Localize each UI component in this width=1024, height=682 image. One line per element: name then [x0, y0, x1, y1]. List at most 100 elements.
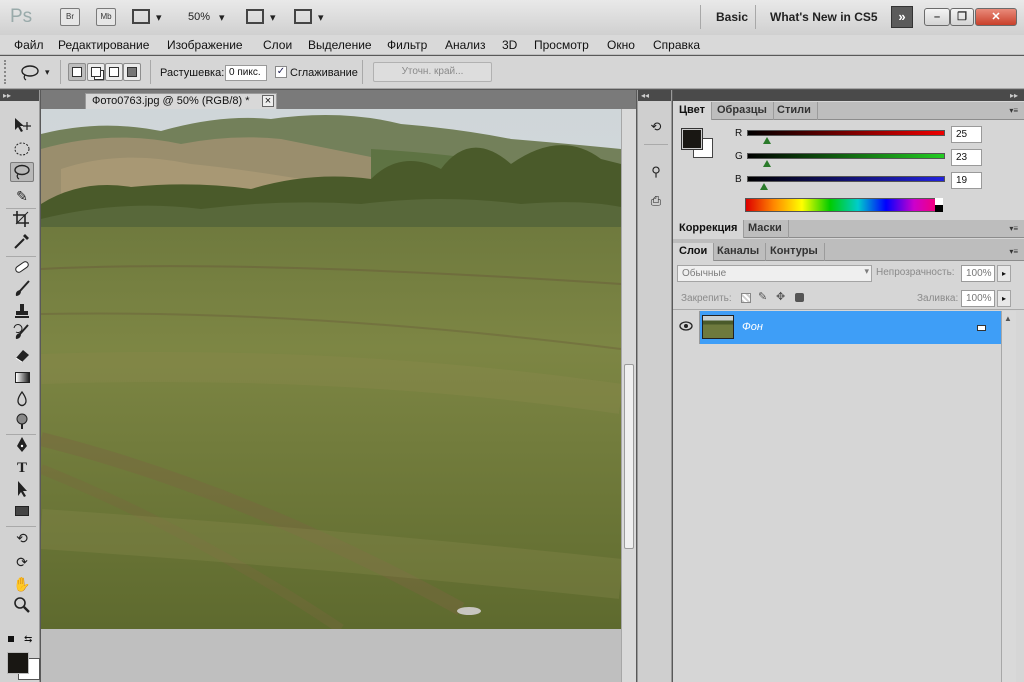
minimize-button[interactable]: – — [924, 8, 950, 26]
close-window-button[interactable]: ✕ — [975, 8, 1017, 26]
menu-image[interactable]: Изображение — [167, 38, 243, 52]
menu-view[interactable]: Просмотр — [534, 38, 589, 52]
workspace-whats-new[interactable]: What's New in CS5 — [770, 10, 878, 24]
add-to-selection-button[interactable] — [87, 63, 105, 81]
lock-position-icon[interactable]: ✥ — [776, 290, 785, 303]
arrange-dropdown-icon[interactable]: ▾ — [270, 11, 276, 24]
tab-masks[interactable]: Маски — [742, 220, 789, 238]
layer-name[interactable]: Фон — [742, 321, 763, 333]
scroll-up-icon[interactable]: ▲ — [1004, 314, 1012, 323]
tab-styles[interactable]: Стили — [771, 102, 818, 120]
more-workspaces-button[interactable]: » — [891, 6, 913, 28]
tab-layers[interactable]: Слои — [673, 243, 715, 261]
hand-tool-icon[interactable]: ✋ — [10, 574, 34, 594]
gradient-tool-icon[interactable] — [10, 368, 34, 388]
b-slider-knob[interactable] — [760, 183, 768, 190]
eyedropper-tool-icon[interactable] — [10, 232, 34, 252]
bridge-button[interactable]: Br — [60, 8, 80, 26]
collapse-icon[interactable]: ◂◂ — [641, 91, 649, 100]
toolbox-header[interactable]: ▸▸ — [0, 90, 39, 101]
g-slider[interactable] — [747, 153, 945, 159]
panels-header[interactable]: ▸▸ — [673, 90, 1024, 101]
crop-tool-icon[interactable] — [10, 210, 34, 230]
lock-pixels-icon[interactable]: ✎ — [758, 290, 767, 303]
scrollbar-thumb[interactable] — [624, 364, 634, 549]
expand-icon[interactable]: ▸▸ — [1010, 91, 1018, 100]
r-slider-knob[interactable] — [763, 137, 771, 144]
3d-rotate-tool-icon[interactable]: ⟲ — [10, 528, 34, 548]
menu-window[interactable]: Окно — [607, 38, 635, 52]
preset-dropdown-icon[interactable]: ▾ — [45, 67, 50, 78]
blur-tool-icon[interactable] — [10, 390, 34, 410]
marquee-tool-icon[interactable] — [10, 140, 34, 160]
tool-preset-picker[interactable] — [20, 63, 42, 81]
tab-swatches[interactable]: Образцы — [711, 102, 774, 120]
move-tool-icon[interactable] — [10, 116, 34, 136]
menu-analysis[interactable]: Анализ — [445, 38, 486, 52]
menu-3d[interactable]: 3D — [502, 38, 517, 52]
close-document-icon[interactable]: × — [262, 95, 274, 107]
zoom-dropdown-icon[interactable]: ▾ — [219, 11, 225, 24]
refine-edge-button[interactable]: Уточн. край... — [373, 62, 492, 82]
subtract-from-selection-button[interactable] — [105, 63, 123, 81]
intersect-selection-button[interactable] — [123, 63, 141, 81]
menu-edit[interactable]: Редактирование — [58, 38, 149, 52]
path-selection-tool-icon[interactable] — [10, 480, 34, 500]
vertical-scrollbar[interactable] — [621, 109, 636, 682]
image-canvas[interactable] — [41, 109, 621, 629]
dodge-tool-icon[interactable] — [10, 412, 34, 432]
panel-menu-icon[interactable]: ▾≡ — [1009, 224, 1018, 233]
collapse-icon[interactable]: ▸▸ — [3, 91, 11, 100]
history-brush-tool-icon[interactable] — [10, 324, 34, 344]
lasso-tool-icon[interactable] — [10, 162, 34, 182]
dock-header[interactable]: ◂◂ — [638, 90, 671, 101]
fill-arrow-icon[interactable]: ▸ — [997, 290, 1011, 307]
opacity-input[interactable]: 100% — [961, 265, 995, 282]
menu-filter[interactable]: Фильтр — [387, 38, 427, 52]
brush-tool-icon[interactable] — [10, 280, 34, 300]
foreground-color-swatch[interactable] — [7, 652, 29, 674]
swap-colors-icon[interactable]: ⇆ — [24, 634, 32, 645]
spectrum-black-box[interactable] — [935, 205, 943, 212]
pen-tool-icon[interactable] — [10, 436, 34, 456]
eraser-tool-icon[interactable] — [10, 346, 34, 366]
zoom-level[interactable]: 50% — [188, 11, 210, 23]
spectrum-white-box[interactable] — [935, 198, 943, 205]
opacity-arrow-icon[interactable]: ▸ — [997, 265, 1011, 282]
g-slider-knob[interactable] — [763, 160, 771, 167]
history-panel-icon[interactable]: ⟲ — [646, 117, 666, 137]
brush-presets-icon[interactable]: ⚲ — [646, 162, 666, 182]
workspace-basic[interactable]: Basic — [716, 10, 748, 24]
menu-select[interactable]: Выделение — [308, 38, 372, 52]
quick-selection-tool-icon[interactable]: ✎ — [10, 186, 34, 206]
layer-row-background[interactable]: Фон — [673, 311, 1001, 344]
arrange-documents-icon[interactable] — [246, 9, 264, 24]
mini-bridge-button[interactable]: Mb — [96, 8, 116, 26]
menu-layers[interactable]: Слои — [263, 38, 292, 52]
view-extras-dropdown-icon[interactable]: ▾ — [156, 11, 162, 24]
panel-menu-icon[interactable]: ▾≡ — [1009, 247, 1018, 256]
menu-help[interactable]: Справка — [653, 38, 700, 52]
feather-input[interactable]: 0 пикс. — [225, 65, 267, 81]
layers-scrollbar[interactable]: ▲ — [1001, 311, 1016, 682]
color-fg-swatch[interactable] — [681, 128, 703, 150]
antialias-checkbox[interactable]: ✓ — [275, 66, 287, 78]
screen-mode-icon[interactable] — [294, 9, 312, 24]
clone-source-icon[interactable]: ⎙ — [646, 191, 666, 211]
healing-brush-tool-icon[interactable] — [10, 258, 34, 278]
blend-mode-select[interactable]: Обычные ▾ — [677, 265, 872, 282]
screen-mode-dropdown-icon[interactable]: ▾ — [318, 11, 324, 24]
zoom-tool-icon[interactable] — [10, 596, 34, 616]
default-colors-icon[interactable] — [8, 636, 16, 644]
clone-stamp-tool-icon[interactable] — [10, 302, 34, 322]
rectangle-tool-icon[interactable] — [10, 502, 34, 522]
3d-orbit-tool-icon[interactable]: ⟳ — [10, 552, 34, 572]
visibility-toggle[interactable] — [673, 311, 700, 344]
fill-input[interactable]: 100% — [961, 290, 995, 307]
panel-menu-icon[interactable]: ▾≡ — [1009, 106, 1018, 115]
lock-transparency-icon[interactable] — [741, 293, 751, 303]
lock-all-icon[interactable] — [795, 293, 804, 302]
g-value-input[interactable]: 23 — [951, 149, 982, 166]
restore-button[interactable]: ❐ — [950, 8, 974, 26]
b-slider[interactable] — [747, 176, 945, 182]
